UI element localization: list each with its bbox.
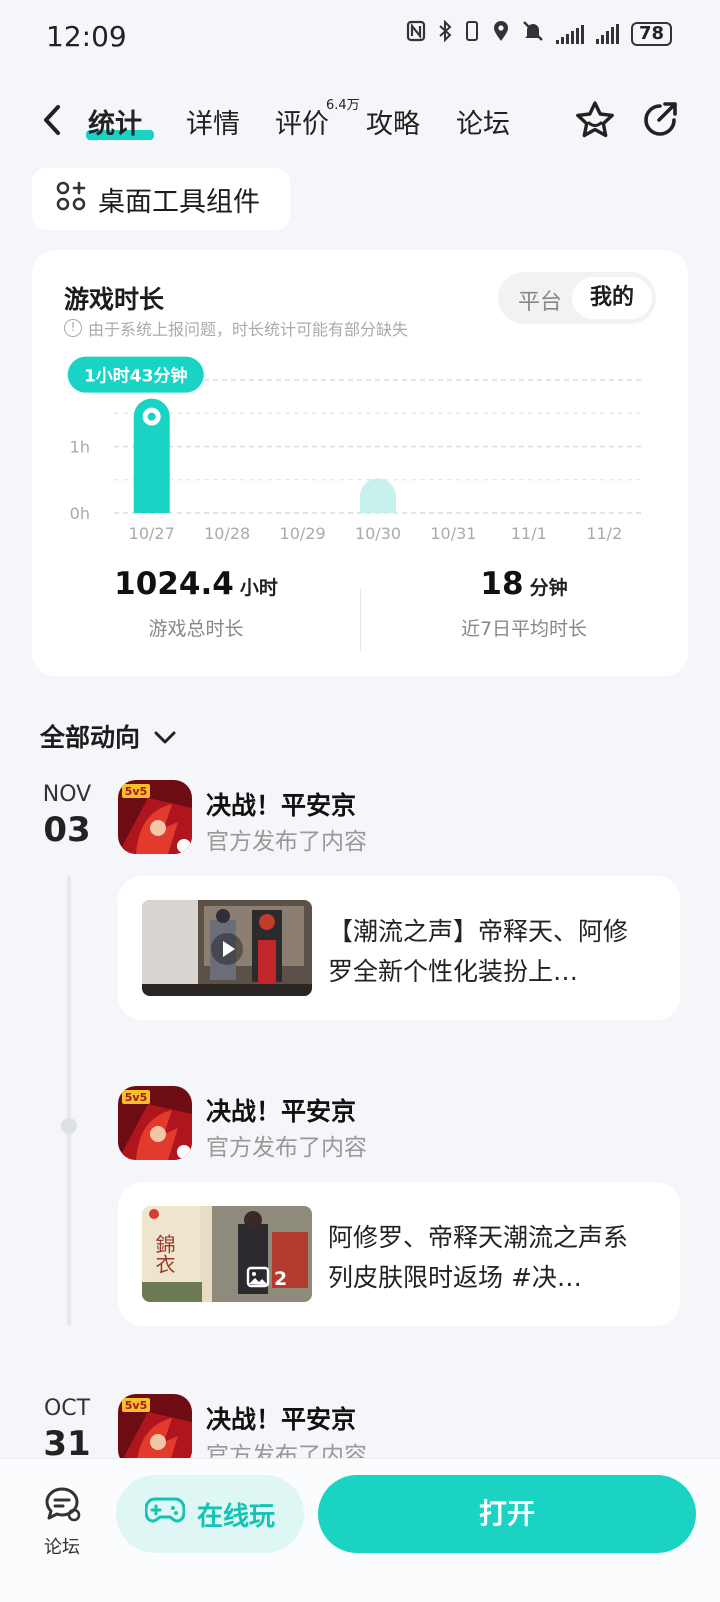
battery-icon: 78 (630, 22, 672, 46)
play-time-chart: 0h1h21小时43分钟10/2710/2810/2910/3010/3111/… (67, 356, 642, 543)
timeline-dot (61, 1118, 77, 1134)
favorite-star-icon[interactable] (574, 99, 616, 141)
mute-icon (522, 20, 544, 48)
chart-x-tick: 10/29 (280, 524, 326, 543)
chart-tooltip-label: 1小时43分钟 (84, 366, 188, 387)
signal-icon (595, 24, 619, 44)
date-month: OCT (43, 1396, 91, 1421)
content-card[interactable]: 【潮流之声】帝释天、阿修罗全新个性化装扮上… (118, 876, 680, 1020)
svg-text:5v5: 5v5 (125, 785, 147, 798)
post-action: 官方发布了内容 (206, 829, 367, 855)
game-app-icon[interactable]: 5v5 (118, 1086, 192, 1160)
location-icon (492, 20, 510, 48)
desktop-widget-label: 桌面工具组件 (98, 186, 260, 218)
chart-x-tick: 11/2 (586, 524, 622, 543)
gamepad-icon (144, 1496, 186, 1533)
total-play-time-value: 1024.4 (114, 566, 234, 602)
average-play-time: 18 分钟 (360, 566, 688, 602)
share-icon[interactable] (640, 99, 680, 139)
total-play-time: 1024.4 小时 (32, 566, 360, 602)
average-play-time-unit: 分钟 (529, 577, 568, 599)
content-text: 【潮流之声】帝释天、阿修罗全新个性化装扮上… (328, 917, 629, 986)
chart-y-tick: 0h (70, 504, 90, 523)
widget-grid-icon (56, 181, 86, 218)
average-play-time-value: 18 (480, 566, 524, 602)
chart-x-tick: 10/30 (355, 524, 401, 543)
play-online-button[interactable]: 在线玩 (116, 1475, 304, 1553)
total-play-time-label: 游戏总时长 (148, 618, 244, 640)
post-game-name[interactable]: 决战！平安京 (206, 1092, 356, 1128)
open-game-button[interactable]: 打开 (318, 1475, 696, 1553)
feed-filter-dropdown[interactable]: 全部动向 (40, 718, 176, 754)
chart-bar-marker (147, 412, 156, 421)
desktop-widget-button[interactable]: 桌面工具组件 (32, 168, 290, 230)
date-day: 03 (43, 810, 91, 850)
tab-details[interactable]: 详情 (186, 102, 240, 141)
image-count-badge: 2 (246, 1266, 287, 1292)
tab-reviews[interactable]: 评价 (275, 102, 329, 141)
post-game-name[interactable]: 决战！平安京 (206, 786, 356, 822)
nfc-icon (406, 20, 426, 48)
bottom-action-bar: 论坛 在线玩 打开 (0, 1458, 720, 1602)
status-icons: 78 (406, 19, 672, 48)
video-thumbnail (142, 900, 312, 996)
chevron-down-icon (154, 722, 176, 751)
timeline-line (67, 876, 71, 1326)
chart-x-tick: 11/1 (511, 524, 547, 543)
tab-forum[interactable]: 论坛 (456, 102, 510, 141)
post-action: 官方发布了内容 (206, 1135, 367, 1161)
chart-x-tick: 10/27 (129, 524, 175, 543)
chart-bar[interactable] (360, 478, 397, 513)
chart-x-tick: 10/28 (204, 524, 250, 543)
reviews-count-badge: 6.4万 (326, 98, 360, 113)
game-app-icon[interactable]: 5v5 (118, 1394, 192, 1468)
date-month: NOV (42, 782, 92, 807)
vibrate-icon (464, 20, 480, 48)
image-thumbnail: 錦衣 2 (142, 1206, 312, 1302)
forum-chat-icon[interactable] (42, 1485, 82, 1525)
back-button[interactable] (38, 102, 68, 138)
play-online-label: 在线玩 (196, 1501, 275, 1532)
play-time-card: 游戏时长 ! 由于系统上报问题，时长统计可能有部分缺失 平台 我的 0h1h21… (32, 250, 688, 676)
tab-guides[interactable]: 攻略 (366, 102, 420, 141)
chart-y-tick: 1h (70, 438, 90, 457)
image-count: 2 (274, 1268, 288, 1290)
game-app-icon[interactable]: 5v5 (118, 780, 192, 854)
status-time: 12:09 (46, 20, 127, 53)
content-card[interactable]: 錦衣 2 阿修罗、帝释天潮流之声系列皮肤限时返场 #决… (118, 1182, 680, 1326)
feed-filter-label: 全部动向 (40, 723, 141, 752)
tab-stats[interactable]: 统计 (88, 102, 142, 141)
play-icon (210, 932, 244, 970)
forum-label[interactable]: 论坛 (44, 1533, 80, 1559)
image-icon (246, 1266, 270, 1292)
average-play-time-label: 近7日平均时长 (460, 618, 588, 640)
svg-text:5v5: 5v5 (125, 1091, 147, 1104)
chart-x-tick: 10/31 (430, 524, 476, 543)
bluetooth-icon (438, 19, 452, 48)
signal-icon (555, 24, 584, 44)
svg-text:5v5: 5v5 (125, 1399, 147, 1412)
post-game-name[interactable]: 决战！平安京 (206, 1400, 356, 1436)
content-text: 阿修罗、帝释天潮流之声系列皮肤限时返场 #决… (328, 1223, 629, 1292)
total-play-time-unit: 小时 (239, 577, 278, 599)
